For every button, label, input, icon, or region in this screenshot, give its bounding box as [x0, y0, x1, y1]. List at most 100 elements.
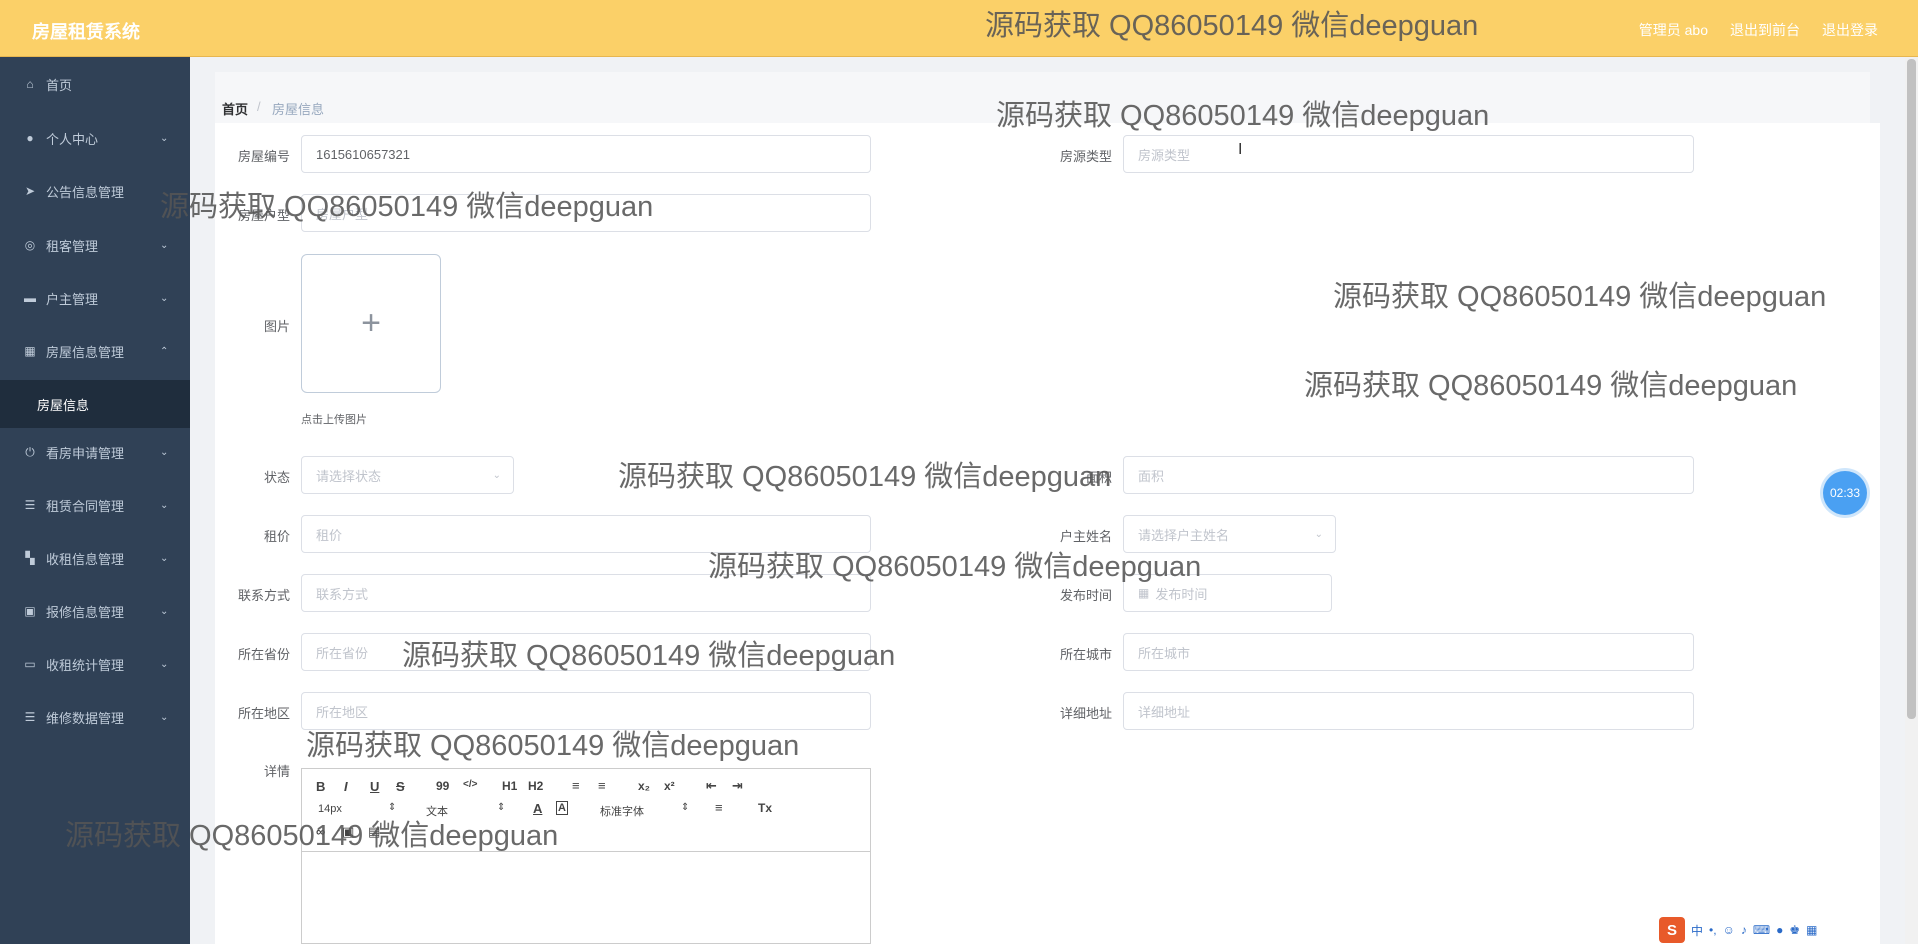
monitor-icon: ▭ — [24, 657, 36, 671]
italic-button[interactable]: I — [344, 779, 348, 794]
district-input[interactable]: 所在地区 — [301, 692, 871, 730]
video-icon[interactable]: ▤ — [368, 824, 380, 840]
grid-icon: ▦ — [24, 344, 36, 358]
sidebar-item-repair-data[interactable]: ☰ 维修数据管理 ⌄ — [0, 697, 190, 737]
user-label[interactable]: 管理员 abo — [1639, 20, 1708, 40]
bg-color-button[interactable]: A — [556, 801, 568, 815]
details-editor[interactable]: B I U S 99 </> H1 H2 ≡ ≡ x₂ x² ⇤ ⇥ 14px … — [301, 768, 871, 944]
timer-badge[interactable]: 02:33 — [1823, 471, 1867, 515]
house-source-type-label: 房源类型 — [1059, 149, 1112, 164]
chevron-down-icon: ⌄ — [160, 239, 169, 251]
plus-icon: + — [361, 304, 381, 342]
bold-button[interactable]: B — [316, 779, 325, 794]
house-no-label: 房屋编号 — [237, 149, 290, 164]
font-color-button[interactable]: A — [533, 801, 542, 816]
page-scrollbar[interactable] — [1905, 57, 1918, 944]
sidebar-item-label: 个人中心 — [46, 131, 99, 147]
power-icon: ⏻ — [25, 444, 35, 459]
house-source-type-input[interactable]: 房源类型 — [1123, 135, 1694, 173]
calendar-icon: ▦ — [1138, 586, 1150, 600]
chevron-updown-icon: ⇕ — [388, 802, 397, 813]
back-to-front-link[interactable]: 退出到前台 — [1730, 20, 1800, 40]
breadcrumb-home[interactable]: 首页 — [222, 99, 248, 118]
house-no-input[interactable]: 1615610657321 — [301, 135, 871, 173]
ime-toolbar[interactable]: S 中 •, ☺ ♪ ⌨ ● ♚ ▦ — [1655, 917, 1822, 943]
sidebar-item-label: 维修数据管理 — [46, 710, 125, 726]
code-button[interactable]: </> — [463, 779, 477, 790]
province-input[interactable]: 所在省份 — [301, 633, 871, 671]
details-label: 详情 — [263, 764, 290, 779]
owner-name-select[interactable]: 请选择户主姓名 ⌄ — [1123, 515, 1336, 553]
image-icon[interactable]: ▣ — [342, 824, 354, 840]
home-icon: ⌂ — [26, 77, 34, 91]
subscript-button[interactable]: x₂ — [638, 779, 650, 793]
h2-button[interactable]: H2 — [528, 779, 543, 793]
punctuation-icon[interactable]: •, — [1709, 923, 1717, 937]
contact-input[interactable]: 联系方式 — [301, 574, 871, 612]
sidebar-item-label: 公告信息管理 — [46, 184, 125, 200]
editor-toolbar: B I U S 99 </> H1 H2 ≡ ≡ x₂ x² ⇤ ⇥ 14px … — [302, 769, 870, 852]
sidebar-item-label: 户主管理 — [46, 291, 99, 307]
ime-lang[interactable]: 中 — [1691, 922, 1703, 939]
mic-icon[interactable]: ♪ — [1741, 923, 1747, 937]
rent-input[interactable]: 租价 — [301, 515, 871, 553]
sidebar-item-rent-collection[interactable]: ▚ 收租信息管理 ⌄ — [0, 538, 190, 578]
superscript-button[interactable]: x² — [664, 779, 675, 793]
area-input[interactable]: 面积 — [1123, 456, 1694, 494]
status-select[interactable]: 请选择状态 ⌄ — [301, 456, 514, 494]
indent-button[interactable]: ⇥ — [732, 778, 743, 794]
sidebar-item-rent-stats[interactable]: ▭ 收租统计管理 ⌄ — [0, 644, 190, 684]
emoji-icon[interactable]: ☺ — [1723, 923, 1735, 937]
rent-label: 租价 — [263, 529, 290, 544]
outdent-button[interactable]: ⇤ — [706, 778, 717, 794]
font-size-select[interactable]: 14px — [318, 803, 342, 815]
scrollbar-thumb[interactable] — [1907, 59, 1916, 719]
keyboard-icon[interactable]: ⌨ — [1753, 923, 1770, 937]
sidebar-item-home[interactable]: ⌂ 首页 — [0, 64, 190, 104]
sidebar-item-repair-info[interactable]: ▣ 报修信息管理 ⌄ — [0, 591, 190, 631]
underline-button[interactable]: U — [370, 779, 379, 794]
align-button[interactable]: ≡ — [715, 800, 723, 815]
skin-icon[interactable]: ♚ — [1789, 923, 1800, 937]
grid-icon[interactable]: ▦ — [1806, 923, 1817, 937]
house-layout-label: 房屋户型 — [237, 208, 290, 223]
user-icon[interactable]: ● — [1776, 923, 1783, 937]
house-layout-input[interactable]: 房屋户型 — [301, 194, 871, 232]
sidebar-item-owner[interactable]: ▬ 户主管理 ⌄ — [0, 278, 190, 318]
publish-time-picker[interactable]: ▦ 发布时间 — [1123, 574, 1332, 612]
basketball-icon: ◎ — [24, 238, 36, 252]
sidebar-item-label: 收租信息管理 — [46, 551, 125, 567]
chair-icon: ▬ — [24, 291, 36, 305]
ime-logo-icon: S — [1659, 917, 1685, 943]
sidebar-item-viewing-request[interactable]: ⏻ 看房申请管理 ⌄ — [0, 432, 190, 472]
chevron-down-icon: ⌄ — [492, 469, 501, 481]
image-upload-button[interactable]: + — [301, 254, 441, 393]
top-header: 房屋租赁系统 管理员 abo 退出到前台 退出登录 — [0, 0, 1918, 57]
text-cursor-icon: I — [1238, 141, 1243, 158]
quote-button[interactable]: 99 — [436, 779, 449, 793]
contact-label: 联系方式 — [237, 588, 290, 603]
logout-link[interactable]: 退出登录 — [1822, 20, 1878, 40]
sidebar-item-house-info[interactable]: 房屋信息 — [0, 380, 190, 428]
sidebar-item-lease-contract[interactable]: ☰ 租赁合同管理 ⌄ — [0, 485, 190, 525]
upload-tip: 点击上传图片 — [301, 414, 367, 426]
clean-format-button[interactable]: Tx — [758, 801, 772, 815]
h1-button[interactable]: H1 — [502, 779, 517, 793]
app-title: 房屋租赁系统 — [32, 22, 140, 42]
sidebar-item-tenant[interactable]: ◎ 租客管理 ⌄ — [0, 225, 190, 265]
city-input[interactable]: 所在城市 — [1123, 633, 1694, 671]
link-icon[interactable]: ∞ — [316, 824, 325, 839]
sidebar-item-personal-center[interactable]: ● 个人中心 ⌄ — [0, 118, 190, 158]
text-style-select[interactable]: 文本 — [426, 803, 448, 819]
address-input[interactable]: 详细地址 — [1123, 692, 1694, 730]
sidebar-item-house-info-mgmt[interactable]: ▦ 房屋信息管理 ⌃ — [0, 331, 190, 371]
chevron-down-icon: ⌄ — [160, 605, 169, 617]
font-family-select[interactable]: 标准字体 — [600, 803, 644, 819]
strike-button[interactable]: S — [396, 779, 405, 794]
chevron-down-icon: ⌄ — [160, 446, 169, 458]
bullet-list-button[interactable]: ≡ — [598, 778, 606, 793]
ordered-list-button[interactable]: ≡ — [572, 778, 580, 793]
sidebar-item-announcement[interactable]: ➤ 公告信息管理 — [0, 171, 190, 211]
sidebar-item-label: 租赁合同管理 — [46, 498, 125, 514]
chevron-down-icon: ⌄ — [160, 658, 169, 670]
